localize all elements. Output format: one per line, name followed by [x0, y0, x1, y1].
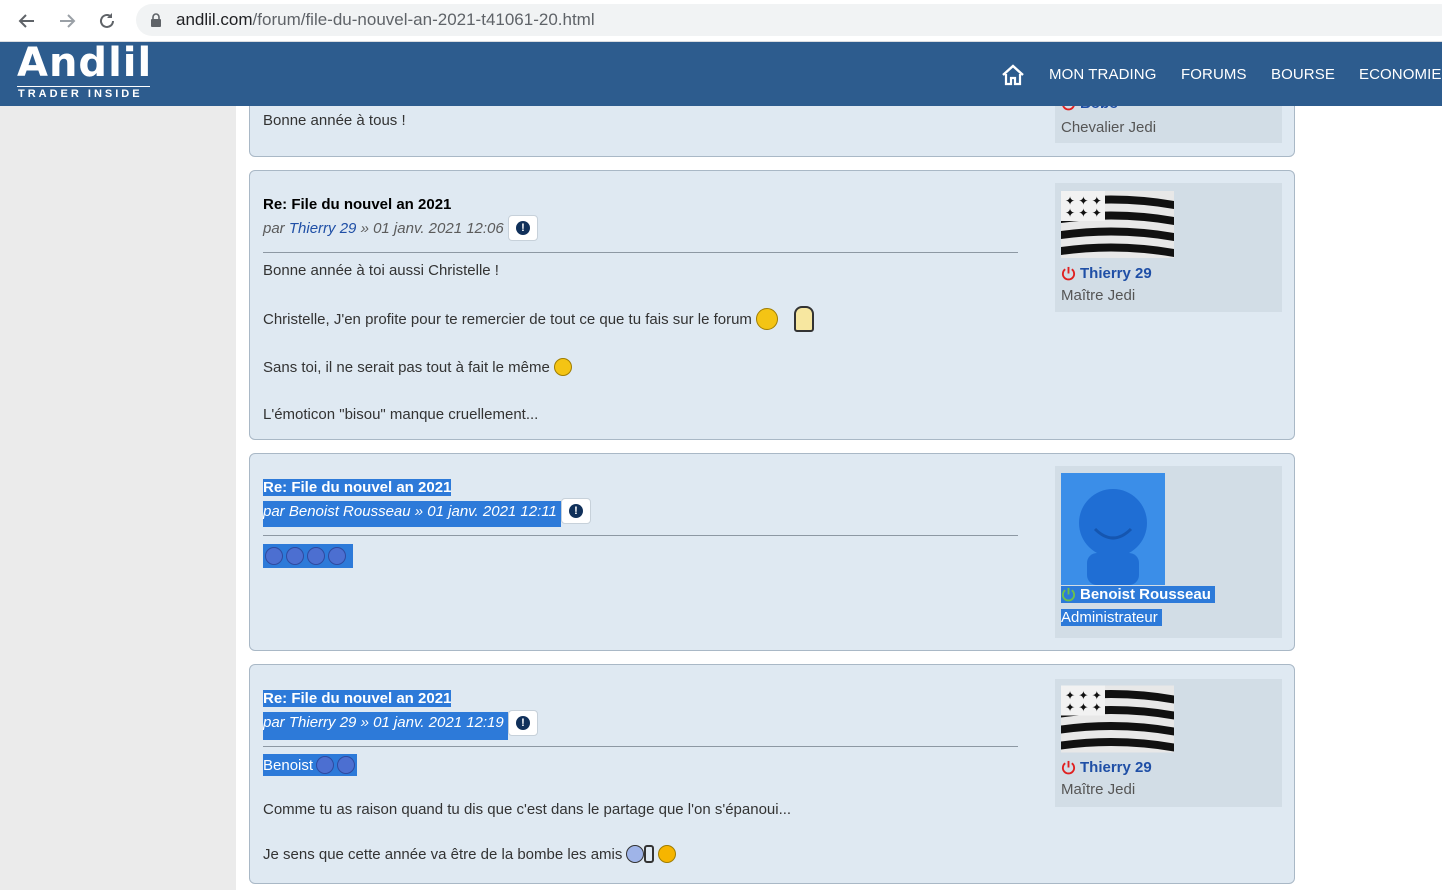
report-button[interactable]: !	[561, 498, 591, 524]
kiss-smiley-icon	[307, 547, 325, 565]
post-title[interactable]: Re: File du nouvel an 2021	[263, 690, 452, 707]
svg-text:✦ ✦ ✦: ✦ ✦ ✦	[1065, 206, 1102, 220]
post-date: » 01 janv. 2021 12:06	[360, 220, 504, 237]
post-text-line: Je sens que cette année va être de la bo…	[263, 845, 677, 863]
post-text: Bonne année à tous !	[263, 112, 406, 129]
report-button[interactable]: !	[508, 710, 538, 736]
post-title[interactable]: Re: File du nouvel an 2021	[263, 196, 451, 213]
post-author-link[interactable]: Benoist Rousseau	[289, 503, 411, 520]
left-gutter	[0, 106, 236, 890]
jedi-smiley-icon	[793, 306, 814, 332]
exclamation-icon: !	[516, 221, 530, 235]
post-author-link[interactable]: Thierry 29	[289, 714, 357, 731]
lock-icon	[151, 13, 161, 27]
thumb-icon	[644, 845, 655, 863]
forum-post: Re: File du nouvel an 2021 par Benoist R…	[249, 453, 1295, 651]
nav-mon-trading[interactable]: MON TRADING	[1049, 66, 1157, 83]
logo-divider	[17, 86, 150, 87]
kiss-smiley-icon	[265, 547, 283, 565]
profile-name-text: Thierry 29	[1080, 759, 1152, 776]
post-date: » 01 janv. 2021 12:11	[414, 503, 557, 520]
thumbs-up-smiley-icon	[626, 845, 645, 863]
logo-tagline: TRADER INSIDE	[18, 88, 143, 100]
post-profile: ✦ ✦ ✦ ✦ ✦ ✦ Thierry 29 Maître Jedi	[1055, 183, 1282, 312]
post-text: Bonne année à toi aussi Christelle !	[263, 262, 499, 279]
site-logo[interactable]: Andlil TRADER INSIDE	[17, 40, 153, 102]
post-text: L'émoticon "bisou" manque cruellement...	[263, 406, 539, 423]
post-separator	[263, 535, 1018, 536]
post-text: Benoist	[263, 756, 314, 774]
forum-post: Re: File du nouvel an 2021 par Thierry 2…	[249, 170, 1295, 440]
url-domain: andlil.com	[176, 10, 253, 29]
post-meta: par Thierry 29 » 01 janv. 2021 12:19	[263, 712, 508, 740]
post-date: » 01 janv. 2021 12:19	[360, 714, 504, 731]
post-text-line: Christelle, J'en profite pour te remerci…	[263, 306, 814, 332]
profile-name[interactable]: Thierry 29	[1061, 759, 1152, 776]
exclamation-icon: !	[516, 716, 530, 730]
nav-bourse[interactable]: BOURSE	[1271, 66, 1335, 83]
profile-rank: Chevalier Jedi	[1061, 119, 1157, 136]
profile-rank: Maître Jedi	[1061, 781, 1136, 798]
breton-flag-avatar[interactable]: ✦ ✦ ✦ ✦ ✦ ✦	[1061, 685, 1174, 753]
cowboy-smiley-icon	[755, 308, 778, 330]
sad-smiley-icon	[337, 756, 356, 774]
report-button[interactable]: !	[508, 215, 538, 241]
nav-forums[interactable]: FORUMS	[1181, 66, 1247, 83]
url-text: andlil.com/forum/file-du-nouvel-an-2021-…	[176, 10, 595, 30]
browser-toolbar: andlil.com/forum/file-du-nouvel-an-2021-…	[0, 0, 1442, 42]
profile-name-text: Thierry 29	[1080, 265, 1152, 282]
nav-economie[interactable]: ECONOMIE	[1359, 66, 1441, 83]
profile-rank: Administrateur	[1061, 609, 1162, 626]
forward-arrow-icon[interactable]	[54, 8, 80, 34]
back-arrow-icon[interactable]	[14, 8, 40, 34]
post-meta-prefix: par	[263, 714, 285, 731]
address-bar[interactable]: andlil.com/forum/file-du-nouvel-an-2021-…	[136, 4, 1442, 36]
sad-smiley-icon	[316, 756, 335, 774]
post-text: Sans toi, il ne serait pas tout à fait l…	[263, 358, 550, 376]
exclamation-icon: !	[569, 504, 583, 518]
logo-text: Andlil	[17, 40, 153, 86]
post-profile: Benoist Rousseau Administrateur	[1055, 466, 1282, 638]
reload-icon[interactable]	[94, 8, 120, 34]
offline-power-icon	[1061, 266, 1076, 281]
profile-name[interactable]: Thierry 29	[1061, 265, 1152, 282]
home-icon[interactable]	[1001, 64, 1025, 86]
forum-post: Re: File du nouvel an 2021 par Thierry 2…	[249, 664, 1295, 884]
post-meta-prefix: par	[263, 503, 285, 520]
offline-power-icon	[1061, 760, 1076, 775]
site-header: Andlil TRADER INSIDE MON TRADING FORUMS …	[0, 40, 1442, 106]
post-profile: ✦ ✦ ✦ ✦ ✦ ✦ Thierry 29 Maître Jedi	[1055, 679, 1282, 807]
breton-flag-avatar[interactable]: ✦ ✦ ✦ ✦ ✦ ✦	[1061, 191, 1174, 258]
post-author-link[interactable]: Thierry 29	[289, 220, 357, 237]
laughing-smiley-icon	[658, 845, 677, 863]
profile-name-text: Benoist Rousseau	[1080, 586, 1211, 603]
post-meta: par Thierry 29 » 01 janv. 2021 12:06	[263, 220, 504, 237]
post-meta-prefix: par	[263, 220, 285, 237]
svg-text:✦ ✦ ✦: ✦ ✦ ✦	[1065, 701, 1102, 715]
post-text-line: Benoist	[263, 754, 358, 776]
kiss-smiley-icon	[286, 547, 304, 565]
emoji-row	[263, 544, 353, 568]
url-path: /forum/file-du-nouvel-an-2021-t41061-20.…	[252, 10, 595, 29]
post-text: Je sens que cette année va être de la bo…	[263, 845, 623, 863]
wink-smiley-icon	[553, 358, 572, 376]
online-power-icon	[1061, 587, 1076, 602]
profile-name[interactable]: Benoist Rousseau	[1061, 586, 1215, 603]
kiss-smiley-icon	[328, 547, 346, 565]
post-title[interactable]: Re: File du nouvel an 2021	[263, 479, 452, 496]
post-text: Christelle, J'en profite pour te remerci…	[263, 310, 752, 328]
post-meta: par Benoist Rousseau » 01 janv. 2021 12:…	[263, 501, 561, 527]
post-separator	[263, 746, 1018, 747]
post-separator	[263, 252, 1018, 253]
blue-smiley-avatar[interactable]	[1061, 473, 1165, 585]
profile-rank: Maître Jedi	[1061, 287, 1136, 304]
post-text-line: Sans toi, il ne serait pas tout à fait l…	[263, 358, 572, 376]
post-text: Comme tu as raison quand tu dis que c'es…	[263, 801, 792, 818]
